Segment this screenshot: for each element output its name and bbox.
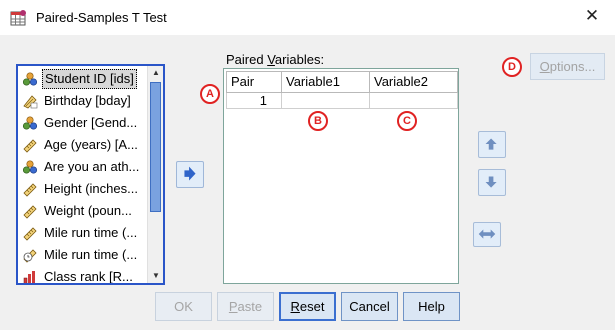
scroll-down-icon[interactable]: ▼ xyxy=(148,269,163,283)
title-bar: Paired-Samples T Test ✕ xyxy=(0,0,615,35)
list-item[interactable]: Mile run time (... xyxy=(20,244,146,266)
list-item[interactable]: Are you an ath... xyxy=(20,156,146,178)
paired-variables-label: Paired Variables: xyxy=(226,52,325,67)
variable-label: Gender [Gend... xyxy=(44,115,138,130)
list-item[interactable]: Weight (poun... xyxy=(20,200,146,222)
scale-ruler-icon xyxy=(23,183,37,197)
variable-label: Birthday [bday] xyxy=(44,93,131,108)
paste-button[interactable]: Paste xyxy=(217,292,274,321)
help-button[interactable]: Help xyxy=(403,292,460,321)
window-title: Paired-Samples T Test xyxy=(36,10,167,25)
variable-list[interactable]: Student ID [ids] Birthday [bday] Gender … xyxy=(16,64,165,285)
close-icon[interactable]: ✕ xyxy=(583,6,601,26)
variable-label: Class rank [R... xyxy=(44,269,133,284)
list-item[interactable]: Birthday [bday] xyxy=(20,90,146,112)
list-item[interactable]: Height (inches... xyxy=(20,178,146,200)
annotation-badge-b: B xyxy=(308,111,328,131)
list-item[interactable]: Student ID [ids] xyxy=(20,68,146,90)
nominal-icon xyxy=(22,160,38,174)
ordinal-bar-icon xyxy=(23,271,35,283)
scroll-up-icon[interactable]: ▲ xyxy=(148,66,163,80)
nominal-icon xyxy=(22,116,38,130)
move-up-button[interactable] xyxy=(478,131,506,158)
reset-button[interactable]: Reset xyxy=(279,292,336,321)
variable-label: Student ID [ids] xyxy=(42,69,137,89)
spss-grid-icon xyxy=(10,10,26,26)
time-icon xyxy=(23,249,37,263)
pair-number-cell[interactable]: 1 xyxy=(226,93,282,109)
list-item[interactable]: Age (years) [A... xyxy=(20,134,146,156)
arrow-up-icon xyxy=(485,138,497,150)
vertical-scrollbar[interactable]: ▲ ▼ xyxy=(147,66,163,283)
scrollbar-thumb[interactable] xyxy=(150,82,161,212)
variable-label: Height (inches... xyxy=(44,181,138,196)
variable-label: Age (years) [A... xyxy=(44,137,138,152)
annotation-badge-a: A xyxy=(200,84,220,104)
variable-label: Weight (poun... xyxy=(44,203,132,218)
list-item[interactable]: Mile run time (... xyxy=(20,222,146,244)
annotation-badge-c: C xyxy=(397,111,417,131)
variable-label: Mile run time (... xyxy=(44,225,138,240)
date-icon xyxy=(23,95,38,109)
column-header-variable2: Variable2 xyxy=(370,71,458,93)
variable-label: Mile run time (... xyxy=(44,247,138,262)
scale-ruler-icon xyxy=(23,139,37,153)
paired-variables-table[interactable]: Pair Variable1 Variable2 1 xyxy=(223,68,459,284)
ok-button[interactable]: OK xyxy=(155,292,212,321)
column-header-pair: Pair xyxy=(226,71,282,93)
list-item[interactable]: Gender [Gend... xyxy=(20,112,146,134)
arrow-down-icon xyxy=(485,176,497,188)
column-header-variable1: Variable1 xyxy=(282,71,370,93)
swap-arrows-icon xyxy=(478,229,496,239)
move-down-button[interactable] xyxy=(478,169,506,196)
scale-ruler-icon xyxy=(23,205,37,219)
move-to-paired-button[interactable] xyxy=(176,161,204,188)
scale-ruler-icon xyxy=(23,227,37,241)
cancel-button[interactable]: Cancel xyxy=(341,292,398,321)
list-item[interactable]: Class rank [R... xyxy=(20,266,146,284)
variable1-cell[interactable] xyxy=(282,93,370,109)
variable2-cell[interactable] xyxy=(370,93,458,109)
swap-variables-button[interactable] xyxy=(473,222,501,247)
annotation-badge-d: D xyxy=(502,57,522,77)
variable-label: Are you an ath... xyxy=(44,159,140,174)
options-button[interactable]: Options... xyxy=(530,53,605,80)
nominal-icon xyxy=(22,72,38,86)
arrow-right-icon xyxy=(184,166,196,181)
